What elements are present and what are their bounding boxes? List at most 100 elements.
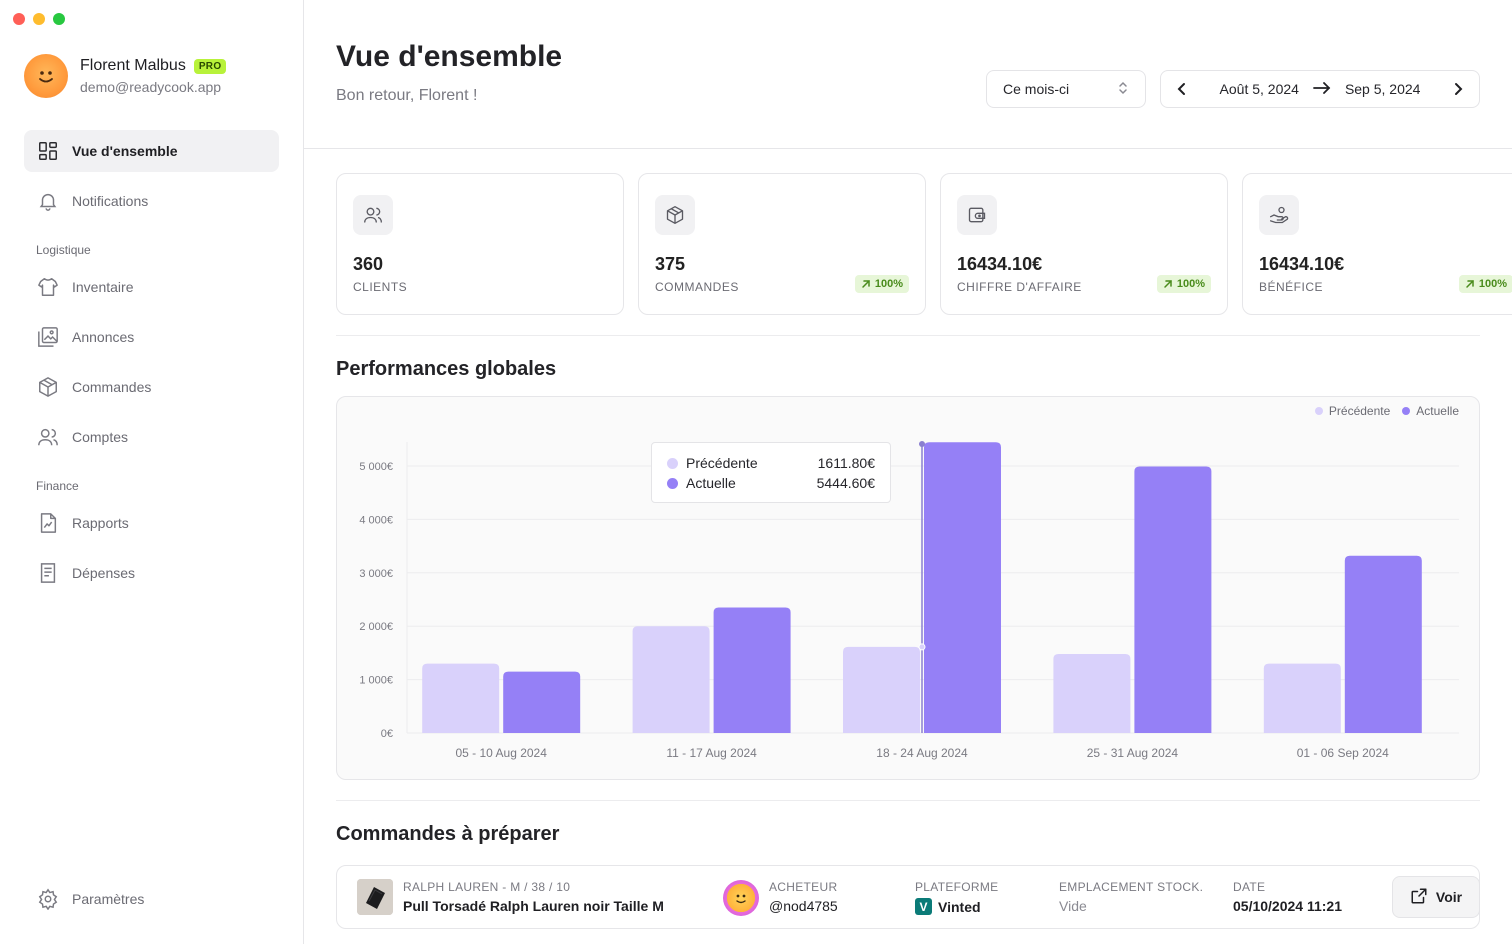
stat-card-chiffre-affaire: 16434.10€ CHIFFRE D'AFFAIRE 100%	[940, 173, 1228, 315]
tooltip-value: 1611.80€	[817, 455, 875, 471]
delta-badge: 100%	[1458, 275, 1512, 293]
product-name: Pull Torsadé Ralph Lauren noir Taille M	[403, 898, 664, 914]
date-value: 05/10/2024 11:21	[1233, 898, 1342, 914]
sidebar-item-label: Commandes	[72, 379, 152, 395]
tooltip-label: Précédente	[686, 455, 758, 471]
gear-icon	[36, 887, 60, 911]
bar-current	[713, 607, 791, 733]
sidebar-item-label: Comptes	[72, 429, 129, 445]
shirt-icon	[36, 275, 60, 299]
delta-value: 100%	[1176, 278, 1205, 290]
wallet-icon	[957, 195, 997, 235]
sidebar-item-label: Notifications	[72, 193, 149, 209]
sidebar-item-annonces[interactable]: Annonces	[24, 316, 279, 358]
sidebar-item-notifications[interactable]: Notifications	[24, 180, 279, 222]
order-date: DATE 05/10/2024 11:21	[1233, 880, 1342, 914]
section-label-logistique: Logistique	[36, 243, 91, 257]
y-tick-label: 3 000€	[359, 568, 393, 580]
sidebar-item-rapports[interactable]: Rapports	[24, 502, 279, 544]
sidebar-item-label: Dépenses	[72, 565, 136, 581]
chevron-left-icon[interactable]	[1173, 82, 1191, 96]
delta-value: 100%	[874, 278, 903, 290]
location-label: EMPLACEMENT STOCK.	[1059, 880, 1204, 894]
performance-title: Performances globales	[336, 358, 557, 380]
y-tick-label: 2 000€	[359, 621, 393, 633]
hover-marker-current	[919, 441, 925, 447]
images-icon	[36, 325, 60, 349]
order-platform: PLATEFORME V Vinted	[915, 880, 998, 915]
view-order-button[interactable]: Voir	[1392, 876, 1480, 918]
hand-coin-icon	[1259, 195, 1299, 235]
buyer-handle: @nod4785	[769, 898, 838, 914]
bar-current	[924, 442, 1001, 733]
sidebar-item-depenses[interactable]: Dépenses	[24, 552, 279, 594]
buyer-avatar	[723, 880, 759, 916]
arrow-up-right-icon	[862, 280, 870, 288]
stat-card-benefice: 16434.10€ BÉNÉFICE 100%	[1242, 173, 1512, 315]
tooltip-value: 5444.60€	[816, 475, 875, 491]
tooltip-row-previous: Précédente 1611.80€	[667, 453, 875, 473]
main-content: Vue d'ensemble Bon retour, Florent ! Ce …	[304, 0, 1512, 944]
bar-current	[1134, 466, 1212, 733]
maximize-window-button[interactable]	[53, 13, 65, 25]
sidebar-item-commandes[interactable]: Commandes	[24, 366, 279, 408]
x-tick-label: 01 - 06 Sep 2024	[1297, 746, 1389, 760]
date-range-picker: Août 5, 2024 Sep 5, 2024	[1160, 70, 1480, 108]
user-profile[interactable]: Florent Malbus PRO demo@readycook.app	[24, 54, 227, 98]
view-order-label: Voir	[1435, 889, 1463, 905]
sidebar-item-label: Rapports	[72, 515, 129, 531]
chart-svg: 0€ 1 000€ 2 000€ 3 000€ 4 000€ 5 000€ 05 - 10 …	[359, 441, 1459, 760]
close-window-button[interactable]	[13, 13, 25, 25]
sidebar-item-comptes[interactable]: Comptes	[24, 416, 279, 458]
sidebar-item-parametres[interactable]: Paramètres	[24, 878, 279, 920]
stat-value: 375	[655, 254, 686, 274]
box-icon	[36, 375, 60, 399]
pro-badge: PRO	[193, 58, 227, 74]
minimize-window-button[interactable]	[33, 13, 45, 25]
x-tick-label: 25 - 31 Aug 2024	[1087, 746, 1179, 760]
sidebar-item-vue-ensemble[interactable]: Vue d'ensemble	[24, 130, 279, 172]
stat-label: COMMANDES	[655, 280, 739, 294]
legend-item-previous: Précédente	[1314, 404, 1390, 418]
x-tick-label: 05 - 10 Aug 2024	[455, 746, 547, 760]
platform-value: V Vinted	[915, 898, 998, 915]
grid-icon	[36, 139, 60, 163]
stat-card-clients: 360 CLIENTS	[336, 173, 624, 315]
x-tick-label: 18 - 24 Aug 2024	[876, 746, 968, 760]
bar-current	[503, 671, 581, 733]
delta-value: 100%	[1478, 278, 1507, 290]
bar-previous	[422, 663, 500, 733]
vinted-logo-icon: V	[915, 898, 932, 915]
section-divider	[336, 335, 1480, 336]
finance-nav: Rapports Dépenses	[24, 502, 279, 594]
order-product: RALPH LAUREN - M / 38 / 10 Pull Torsadé …	[403, 880, 664, 914]
legend-label: Actuelle	[1416, 404, 1459, 418]
user-email: demo@readycook.app	[80, 79, 222, 95]
product-brand-size: RALPH LAUREN - M / 38 / 10	[403, 880, 571, 894]
order-location: EMPLACEMENT STOCK. Vide	[1059, 880, 1203, 914]
sidebar-item-label: Inventaire	[72, 279, 134, 295]
bell-icon	[36, 189, 60, 213]
sidebar: Florent Malbus PRO demo@readycook.app Vu…	[0, 0, 304, 944]
page-subtitle: Bon retour, Florent !	[336, 87, 478, 104]
y-tick-label: 5 000€	[359, 461, 393, 473]
buyer-label: ACHETEUR	[769, 880, 838, 894]
order-row[interactable]: RALPH LAUREN - M / 38 / 10 Pull Torsadé …	[336, 865, 1480, 929]
delta-badge: 100%	[1156, 275, 1211, 293]
page-title: Vue d'ensemble	[336, 40, 563, 73]
period-select[interactable]: Ce mois-ci	[986, 70, 1146, 108]
main-nav: Vue d'ensemble Notifications	[24, 130, 279, 222]
chevron-right-icon[interactable]	[1449, 82, 1467, 96]
orders-title: Commandes à préparer	[336, 823, 560, 845]
sidebar-item-inventaire[interactable]: Inventaire	[24, 266, 279, 308]
date-range-dates[interactable]: Août 5, 2024 Sep 5, 2024	[1191, 81, 1449, 97]
stat-label: BÉNÉFICE	[1259, 280, 1324, 294]
x-tick-label: 11 - 17 Aug 2024	[666, 746, 757, 760]
period-select-value: Ce mois-ci	[1003, 81, 1070, 97]
arrow-up-right-icon	[1164, 280, 1172, 288]
stat-card-commandes: 375 COMMANDES 100%	[638, 173, 926, 315]
platform-name: Vinted	[938, 898, 981, 915]
stat-label: CLIENTS	[353, 280, 408, 294]
bar-current	[1344, 555, 1422, 733]
y-tick-label: 1 000€	[359, 675, 393, 687]
